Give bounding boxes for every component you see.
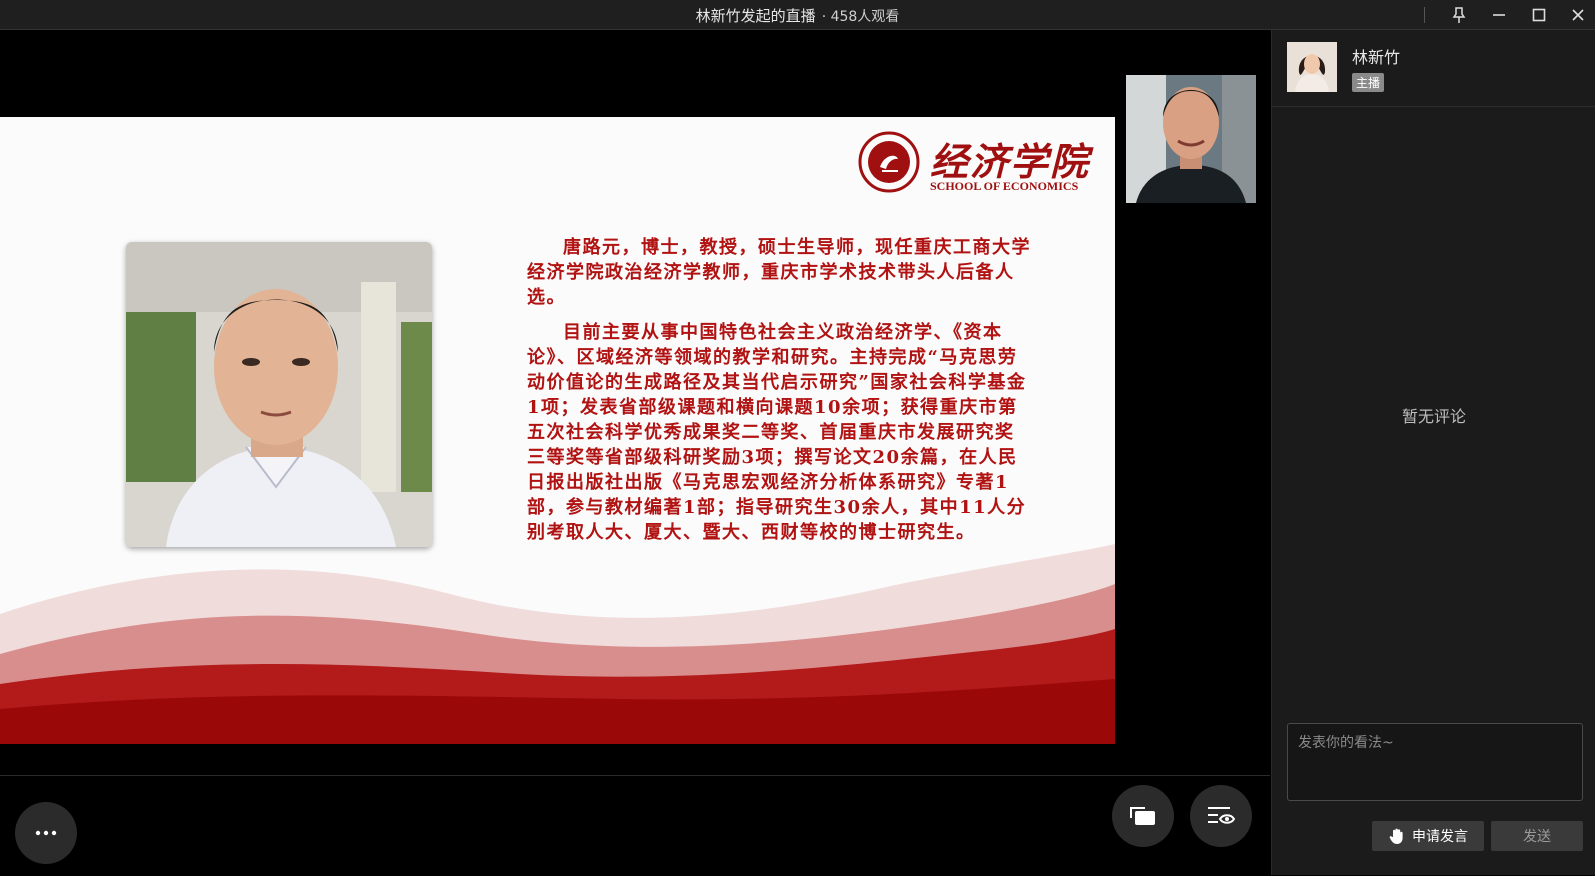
presentation-slide: 经济学院 SCHOOL OF ECONOMICS 唐路元，博士，教授，硕士生导师… — [0, 117, 1115, 744]
comment-panel: 林新竹 主播 暂无评论 申请发言 发送 — [1271, 30, 1595, 875]
bottom-control-bar — [0, 775, 1270, 876]
raise-hand-label: 申请发言 — [1412, 829, 1468, 845]
more-button[interactable] — [15, 802, 77, 864]
comment-input[interactable] — [1287, 723, 1583, 801]
pin-icon[interactable] — [1447, 4, 1471, 26]
slide-wave-decoration — [0, 544, 1115, 744]
layout-switch-button[interactable] — [1112, 785, 1174, 847]
school-logo: 经济学院 SCHOOL OF ECONOMICS — [858, 131, 1098, 201]
logo-subtitle: SCHOOL OF ECONOMICS — [930, 179, 1079, 193]
video-stage: 经济学院 SCHOOL OF ECONOMICS 唐路元，博士，教授，硕士生导师… — [0, 30, 1270, 775]
layout-switch-icon — [1130, 807, 1155, 825]
view-settings-icon — [1208, 807, 1236, 824]
close-icon[interactable] — [1566, 4, 1590, 26]
presenter-camera[interactable] — [1126, 75, 1256, 203]
bio-paragraph-2: 目前主要从事中国特色社会主义政治经济学、《资本论》、区域经济等领域的教学和研究。… — [527, 322, 1027, 543]
window-title: 林新竹发起的直播 · 458人观看 — [0, 5, 1595, 26]
raise-hand-button[interactable]: 申请发言 — [1372, 821, 1484, 851]
send-label: 发送 — [1523, 829, 1551, 845]
hand-icon — [1389, 828, 1403, 844]
more-icon — [35, 830, 57, 836]
host-name: 林新竹 — [1352, 48, 1401, 67]
title-separator — [1424, 7, 1425, 23]
host-avatar[interactable] — [1287, 42, 1337, 92]
speaker-photo — [126, 242, 432, 547]
maximize-icon[interactable] — [1527, 4, 1551, 26]
send-button[interactable]: 发送 — [1491, 821, 1583, 851]
speaker-bio: 唐路元，博士，教授，硕士生导师，现任重庆工商大学经济学院政治经济学教师，重庆市学… — [527, 235, 1032, 555]
live-title: 林新竹发起的直播 — [695, 7, 816, 25]
host-info: 林新竹 主播 — [1272, 30, 1595, 107]
view-settings-button[interactable] — [1190, 785, 1252, 847]
minimize-icon[interactable] — [1487, 4, 1511, 26]
empty-comments-text: 暂无评论 — [1401, 407, 1466, 426]
logo-title: 经济学院 — [930, 139, 1091, 184]
school-emblem-icon — [858, 131, 920, 193]
bio-paragraph-1: 唐路元，博士，教授，硕士生导师，现任重庆工商大学经济学院政治经济学教师，重庆市学… — [527, 237, 1031, 308]
host-role-badge: 主播 — [1352, 73, 1385, 92]
title-bar: 林新竹发起的直播 · 458人观看 — [0, 0, 1595, 30]
viewer-count: · 458人观看 — [821, 9, 900, 25]
